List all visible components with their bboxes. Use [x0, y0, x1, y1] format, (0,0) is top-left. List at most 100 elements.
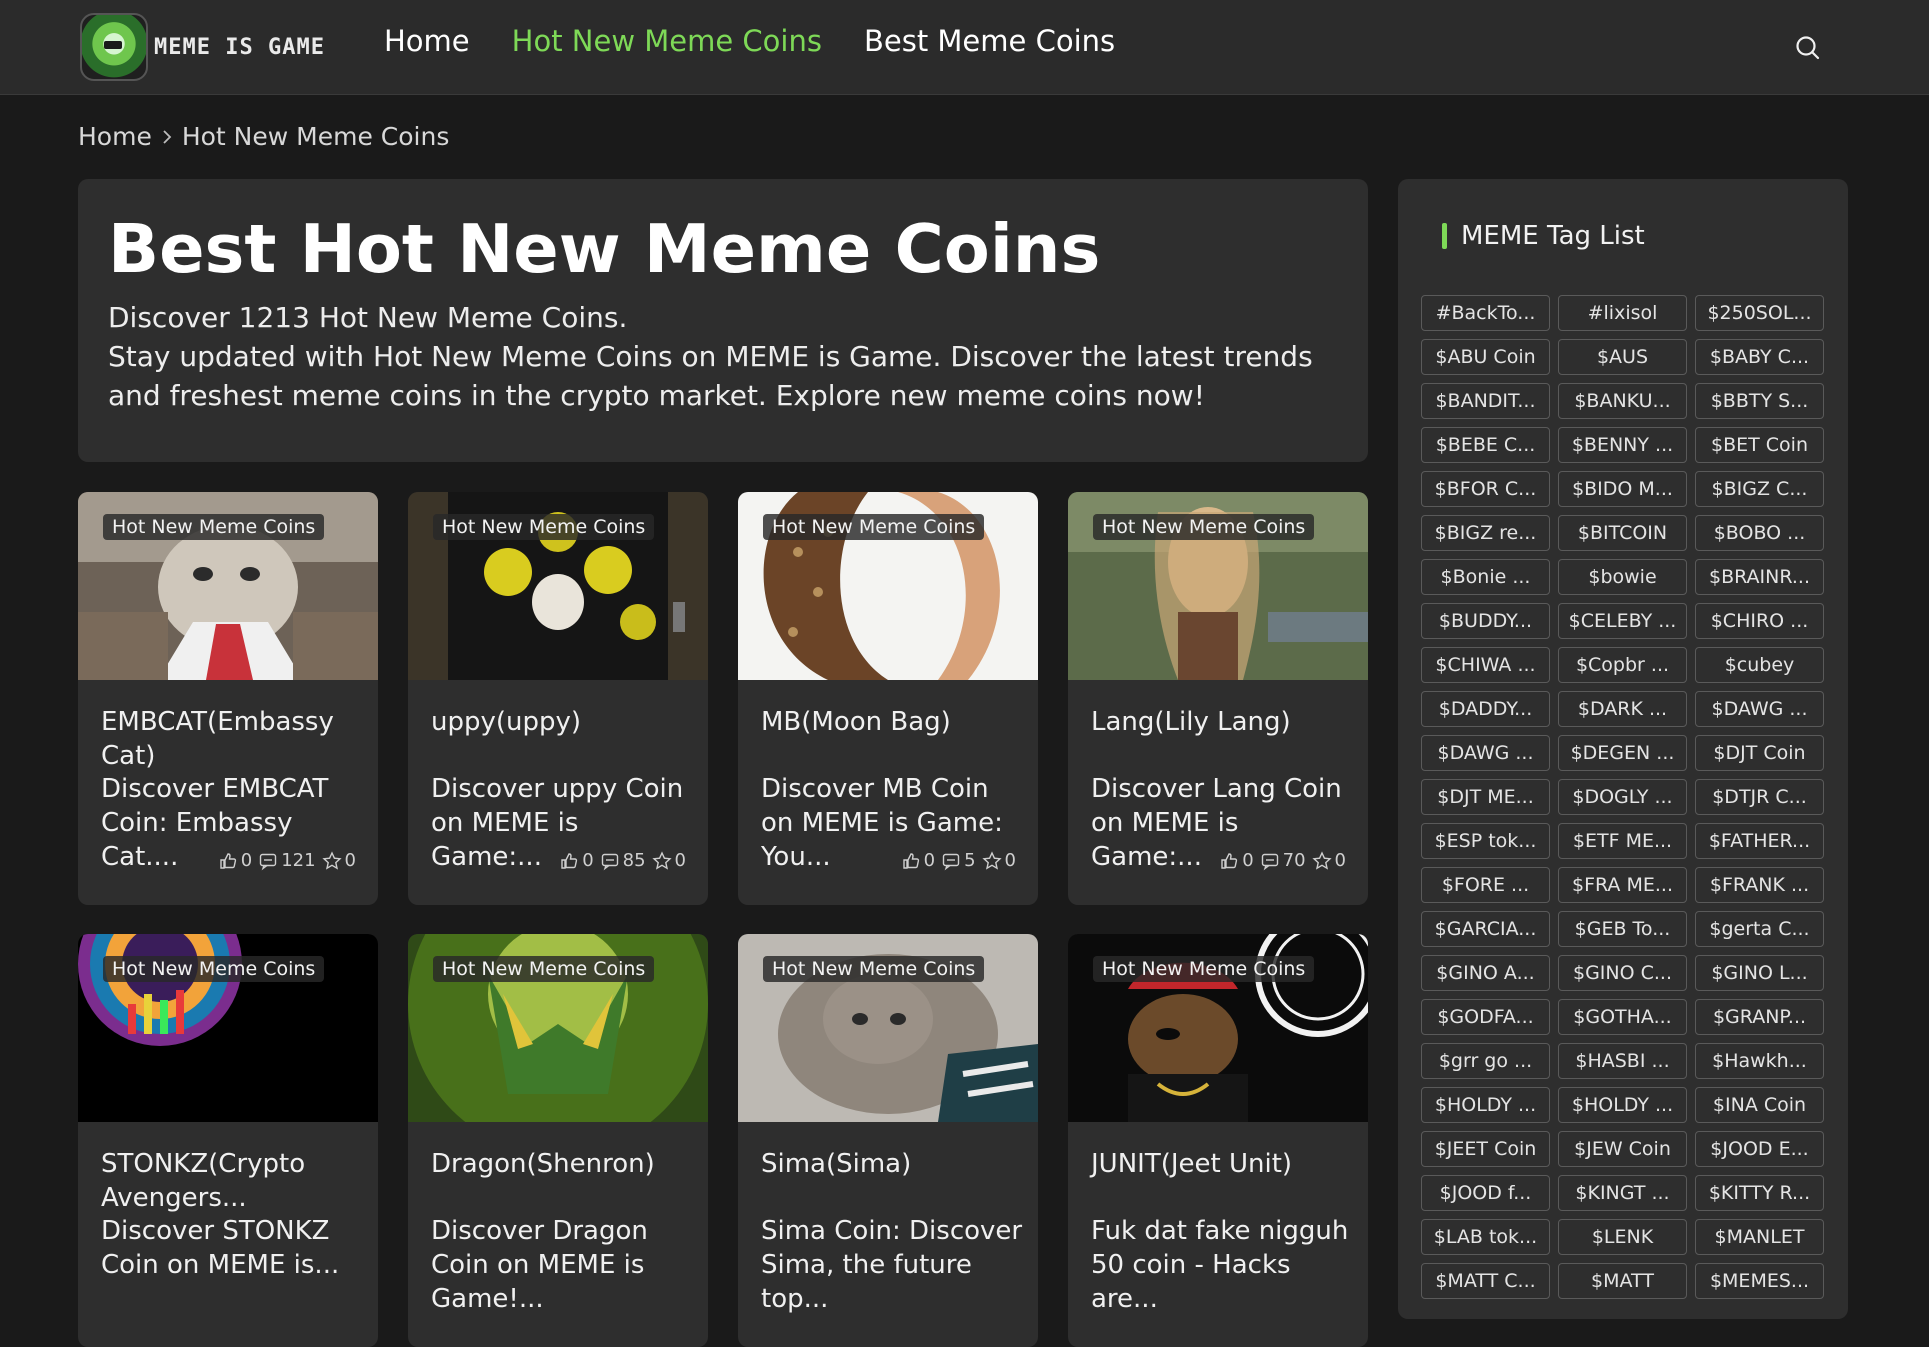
tag-button[interactable]: $HOLDY ...: [1421, 1087, 1550, 1123]
tag-button[interactable]: $grr go ...: [1421, 1043, 1550, 1079]
tag-button[interactable]: $DAWG ...: [1695, 691, 1824, 727]
tag-button[interactable]: $cubey: [1695, 647, 1824, 683]
tag-button[interactable]: $DARK ...: [1558, 691, 1687, 727]
tag-button[interactable]: $HOLDY ...: [1558, 1087, 1687, 1123]
tag-button[interactable]: $CHIRO ...: [1695, 603, 1824, 639]
tag-button[interactable]: $BIDO M...: [1558, 471, 1687, 507]
tag-button[interactable]: $FORE ...: [1421, 867, 1550, 903]
tag-button[interactable]: $HASBI ...: [1558, 1043, 1687, 1079]
nav-home[interactable]: Home: [384, 24, 470, 58]
card-category-tag[interactable]: Hot New Meme Coins: [1093, 514, 1315, 540]
card-title[interactable]: Dragon(Shenron): [431, 1147, 691, 1181]
comment-stat[interactable]: 121: [258, 850, 316, 871]
card-category-tag[interactable]: Hot New Meme Coins: [433, 514, 655, 540]
card-category-tag[interactable]: Hot New Meme Coins: [1093, 956, 1315, 982]
tag-button[interactable]: $MEMES...: [1695, 1263, 1824, 1299]
tag-button[interactable]: $DEGEN ...: [1558, 735, 1687, 771]
like-stat[interactable]: 0: [559, 850, 594, 871]
tag-button[interactable]: $BANKU...: [1558, 383, 1687, 419]
tag-button[interactable]: $GINO C...: [1558, 955, 1687, 991]
tag-button[interactable]: $GOTHA...: [1558, 999, 1687, 1035]
card-title[interactable]: Sima(Sima): [761, 1147, 1021, 1181]
coin-card[interactable]: Hot New Meme Coins MB(Moon Bag) Discover…: [738, 492, 1038, 905]
tag-button[interactable]: $Copbr ...: [1558, 647, 1687, 683]
card-title[interactable]: STONKZ(Crypto Avengers...: [101, 1147, 361, 1215]
tag-button[interactable]: $Bonie ...: [1421, 559, 1550, 595]
site-logo[interactable]: MEME IS GAME: [80, 13, 325, 81]
card-category-tag[interactable]: Hot New Meme Coins: [433, 956, 655, 982]
tag-button[interactable]: $BITCOIN: [1558, 515, 1687, 551]
tag-button[interactable]: $JEW Coin: [1558, 1131, 1687, 1167]
tag-button[interactable]: #BackTo...: [1421, 295, 1550, 331]
comment-stat[interactable]: 85: [600, 850, 646, 871]
favorite-stat[interactable]: 0: [981, 850, 1016, 871]
tag-button[interactable]: $MANLET: [1695, 1219, 1824, 1255]
tag-button[interactable]: $AUS: [1558, 339, 1687, 375]
coin-card[interactable]: Hot New Meme Coins JUNIT(Jeet Unit) Fuk …: [1068, 934, 1368, 1347]
search-icon[interactable]: [1794, 34, 1822, 62]
card-category-tag[interactable]: Hot New Meme Coins: [103, 956, 325, 982]
coin-card[interactable]: Hot New Meme Coins Dragon(Shenron) Disco…: [408, 934, 708, 1347]
tag-button[interactable]: $GODFA...: [1421, 999, 1550, 1035]
favorite-stat[interactable]: 0: [651, 850, 686, 871]
tag-button[interactable]: #lixisol: [1558, 295, 1687, 331]
tag-button[interactable]: $GINO L...: [1695, 955, 1824, 991]
tag-button[interactable]: $JEET Coin: [1421, 1131, 1550, 1167]
like-stat[interactable]: 0: [1219, 850, 1254, 871]
tag-button[interactable]: $BABY C...: [1695, 339, 1824, 375]
tag-button[interactable]: $FATHER...: [1695, 823, 1824, 859]
comment-stat[interactable]: 70: [1260, 850, 1306, 871]
tag-button[interactable]: $ESP tok...: [1421, 823, 1550, 859]
tag-button[interactable]: $BANDIT...: [1421, 383, 1550, 419]
tag-button[interactable]: $CHIWA ...: [1421, 647, 1550, 683]
tag-button[interactable]: $GEB To...: [1558, 911, 1687, 947]
favorite-stat[interactable]: 0: [1311, 850, 1346, 871]
card-category-tag[interactable]: Hot New Meme Coins: [763, 956, 985, 982]
tag-button[interactable]: $LENK: [1558, 1219, 1687, 1255]
coin-card[interactable]: Hot New Meme Coins Lang(Lily Lang) Disco…: [1068, 492, 1368, 905]
nav-best-meme-coins[interactable]: Best Meme Coins: [864, 24, 1115, 58]
favorite-stat[interactable]: 0: [321, 850, 356, 871]
tag-button[interactable]: $gerta C...: [1695, 911, 1824, 947]
tag-button[interactable]: $GINO A...: [1421, 955, 1550, 991]
tag-button[interactable]: $FRA ME...: [1558, 867, 1687, 903]
tag-button[interactable]: $KINGT ...: [1558, 1175, 1687, 1211]
like-stat[interactable]: 0: [901, 850, 935, 871]
card-category-tag[interactable]: Hot New Meme Coins: [763, 514, 985, 540]
tag-button[interactable]: $BET Coin: [1695, 427, 1824, 463]
tag-button[interactable]: $BEBE C...: [1421, 427, 1550, 463]
coin-card[interactable]: Hot New Meme Coins EMBCAT(Embassy Cat) D…: [78, 492, 378, 905]
tag-button[interactable]: $BIGZ re...: [1421, 515, 1550, 551]
tag-button[interactable]: $JOOD f...: [1421, 1175, 1550, 1211]
coin-card[interactable]: Hot New Meme Coins uppy(uppy) Discover u…: [408, 492, 708, 905]
tag-button[interactable]: $LAB tok...: [1421, 1219, 1550, 1255]
tag-button[interactable]: $MATT: [1558, 1263, 1687, 1299]
tag-button[interactable]: $ABU Coin: [1421, 339, 1550, 375]
card-title[interactable]: uppy(uppy): [431, 705, 691, 739]
tag-button[interactable]: $BBTY S...: [1695, 383, 1824, 419]
tag-button[interactable]: $250SOL...: [1695, 295, 1824, 331]
tag-button[interactable]: $GRANP...: [1695, 999, 1824, 1035]
tag-button[interactable]: $BRAINR...: [1695, 559, 1824, 595]
tag-button[interactable]: $MATT C...: [1421, 1263, 1550, 1299]
tag-button[interactable]: $BUDDY...: [1421, 603, 1550, 639]
tag-button[interactable]: $DJT ME...: [1421, 779, 1550, 815]
comment-stat[interactable]: 5: [941, 850, 976, 871]
tag-button[interactable]: $Hawkh...: [1695, 1043, 1824, 1079]
tag-button[interactable]: $DADDY...: [1421, 691, 1550, 727]
tag-button[interactable]: $DOGLY ...: [1558, 779, 1687, 815]
tag-button[interactable]: $DJT Coin: [1695, 735, 1824, 771]
tag-button[interactable]: $DAWG ...: [1421, 735, 1550, 771]
tag-button[interactable]: $GARCIA...: [1421, 911, 1550, 947]
like-stat[interactable]: 0: [218, 850, 252, 871]
breadcrumb-home[interactable]: Home: [78, 122, 152, 151]
tag-button[interactable]: $ETF ME...: [1558, 823, 1687, 859]
tag-button[interactable]: $BIGZ C...: [1695, 471, 1824, 507]
tag-button[interactable]: $bowie: [1558, 559, 1687, 595]
tag-button[interactable]: $DTJR C...: [1695, 779, 1824, 815]
card-title[interactable]: JUNIT(Jeet Unit): [1091, 1147, 1351, 1181]
coin-card[interactable]: Hot New Meme Coins Sima(Sima) Sima Coin:…: [738, 934, 1038, 1347]
tag-button[interactable]: $CELEBY ...: [1558, 603, 1687, 639]
coin-card[interactable]: Hot New Meme Coins STONKZ(Crypto Avenger…: [78, 934, 378, 1347]
card-title[interactable]: EMBCAT(Embassy Cat): [101, 705, 361, 773]
